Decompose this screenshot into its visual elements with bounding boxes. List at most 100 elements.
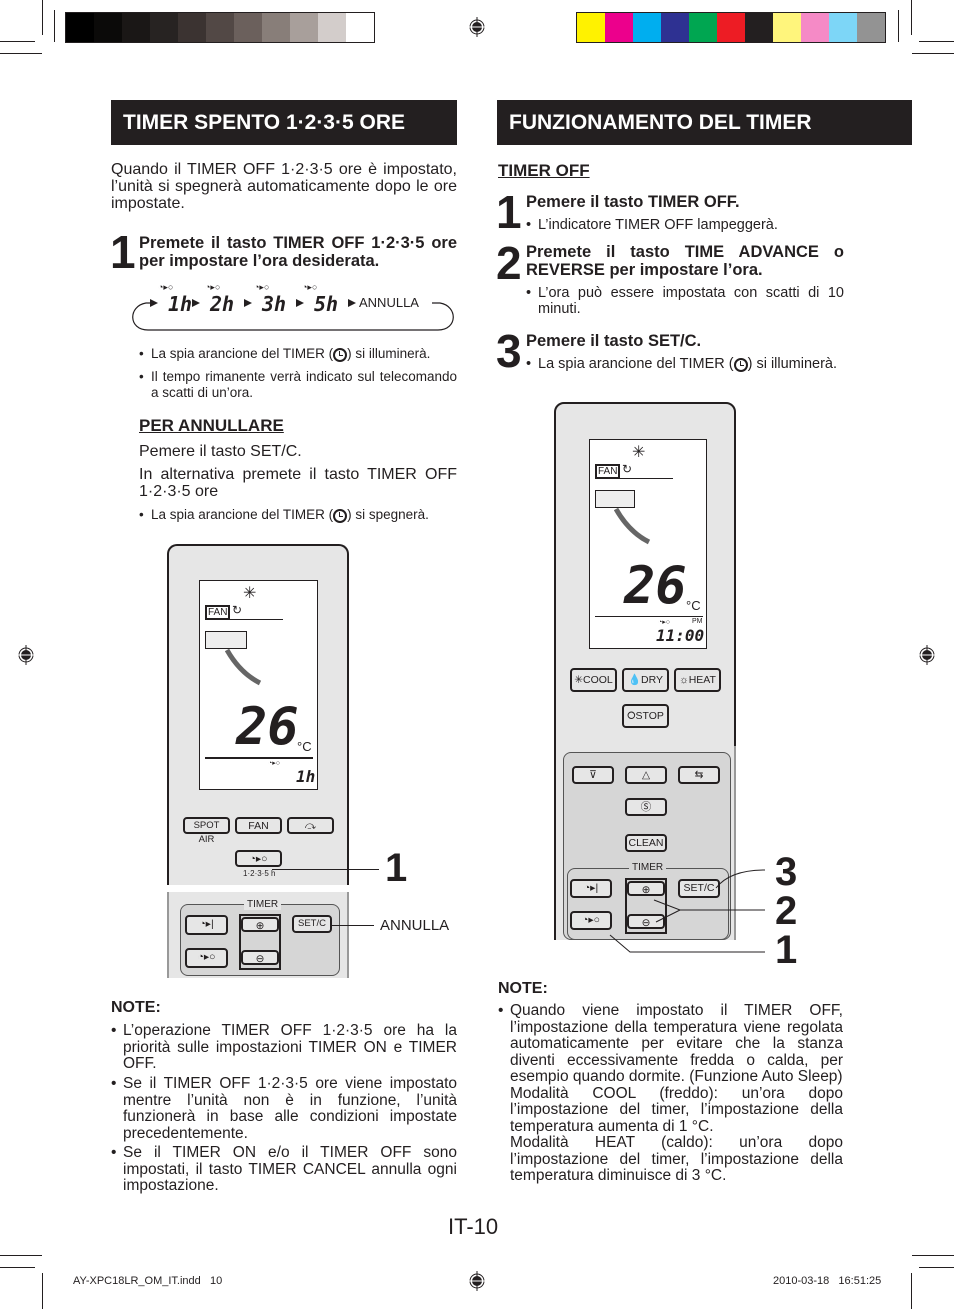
- air-unit-icon: [595, 490, 635, 508]
- timer-off-icon: ◔▸○: [254, 282, 270, 292]
- cycle-step-5h: 5h: [314, 292, 339, 316]
- heat-button[interactable]: ☼HEAT: [674, 668, 721, 692]
- color-swatch: [206, 13, 234, 42]
- note-heading: NOTE:: [498, 980, 548, 997]
- crop-mark: [898, 10, 899, 42]
- mode-button[interactable]: ⇆: [678, 766, 720, 784]
- timer-on-button[interactable]: ◔▸|: [185, 915, 228, 935]
- remote-control-illustration: ✳ FAN ↻ 26 °C ◔▸○ PM 11:00 ✳COOL 💧DRY ☼H…: [554, 402, 736, 748]
- color-swatch: [857, 13, 885, 42]
- timer-off-icon: ◔▸○: [268, 760, 280, 767]
- swing-vertical-button[interactable]: ⊽: [572, 766, 614, 784]
- note-item: Quando viene impostato il TIMER OFF, l’i…: [498, 1002, 843, 1185]
- cycle-step-1h: 1h: [168, 292, 193, 316]
- color-swatch: [745, 13, 773, 42]
- set-c-button[interactable]: SET/C: [292, 915, 332, 933]
- color-swatch: [290, 13, 318, 42]
- airflow-icon: [225, 648, 262, 686]
- note-heading: NOTE:: [111, 999, 161, 1016]
- bullet-text: ) si illuminerà.: [347, 346, 431, 361]
- bullet-remaining-time: Il tempo rimanente verrà indicato sul te…: [139, 369, 457, 401]
- step-number: 1: [496, 186, 522, 238]
- bullet-text: La spia arancione del TIMER (: [151, 346, 334, 361]
- temperature-unit: °C: [297, 739, 312, 754]
- snowflake-icon: ✳: [632, 444, 646, 461]
- crop-mark: [0, 41, 35, 42]
- fan-button[interactable]: FAN: [235, 817, 282, 834]
- timer-off-icon: ◔▸○: [658, 619, 670, 626]
- note-item: Se il TIMER OFF 1·2·3·5 ore viene impost…: [111, 1075, 457, 1142]
- swing-button[interactable]: ⤼: [287, 817, 334, 834]
- color-swatch: [717, 13, 745, 42]
- note-item: Se il TIMER ON e/o il TIMER OFF sono imp…: [111, 1144, 457, 1195]
- timer-button-sublabel: 1·2·3·5 h: [243, 869, 276, 878]
- step-number: 3: [496, 325, 522, 377]
- page-number: IT-10: [448, 1214, 499, 1239]
- footer-timestamp: 2010-03-18 16:51:25: [773, 1275, 882, 1287]
- color-swatch: [234, 13, 262, 42]
- lcd-divider: [205, 757, 313, 759]
- remote-button-section: SPOT AIR FAN ⤼ ◔▸○ 1·2·3·5 h: [167, 802, 349, 885]
- step-2-title: Premete il tasto TIME ADVANCE o REVERSE …: [526, 243, 844, 279]
- color-swatch: [633, 13, 661, 42]
- bullet-text: ) si illuminerà.: [747, 356, 838, 372]
- fan-swirl-icon: ↻: [232, 603, 243, 617]
- note-heat-mode: Modalità HEAT (caldo): un’ora dopo l’imp…: [510, 1134, 843, 1184]
- cancel-line-1: Pemere il tasto SET/C.: [139, 443, 302, 460]
- timer-panel-label: TIMER: [244, 899, 282, 910]
- remote-lcd-display: ✳ FAN ↻ 26 °C ◔▸○ PM 11:00: [589, 439, 707, 649]
- time-reverse-button[interactable]: ⊖: [241, 950, 279, 965]
- timer-readout: 1h: [296, 767, 316, 786]
- color-calibration-bar: [576, 12, 886, 43]
- pm-indicator: PM: [692, 618, 703, 625]
- timer-off-button[interactable]: ◔▸○: [185, 948, 228, 968]
- note-text: Quando viene impostato il TIMER OFF, l’i…: [510, 1002, 843, 1085]
- dry-button[interactable]: 💧DRY: [622, 668, 669, 692]
- timer-off-subheading: TIMER OFF: [498, 161, 590, 180]
- callout-annulla: ANNULLA: [380, 917, 450, 934]
- registration-mark-icon: [16, 645, 36, 665]
- remote-timer-section: TIMER ◔▸| ◔▸○ ⊕ ⊖ SET/C: [167, 892, 349, 978]
- bullet-text: ) si spegnerà.: [347, 507, 429, 522]
- cycle-step-2h: 2h: [210, 292, 235, 316]
- color-swatch: [346, 13, 374, 42]
- note-cool-mode: Modalità COOL (freddo): un’ora dopo l’im…: [510, 1084, 843, 1135]
- color-swatch: [262, 13, 290, 42]
- crop-mark: [919, 41, 954, 42]
- cancel-heading: PER ANNULLARE: [139, 416, 284, 435]
- eco-button[interactable]: Ⓢ: [625, 798, 667, 816]
- cool-label: COOL: [583, 674, 613, 686]
- clean-button[interactable]: CLEAN: [625, 834, 667, 852]
- step-1-bullet: L’indicatore TIMER OFF lampeggerà.: [526, 217, 844, 233]
- crop-mark: [912, 53, 954, 54]
- crop-mark: [911, 0, 912, 35]
- color-swatch: [829, 13, 857, 42]
- color-swatch: [94, 13, 122, 42]
- bullet-timer-light-off: La spia arancione del TIMER ( ) si spegne…: [139, 507, 469, 523]
- registration-mark-icon: [917, 645, 937, 665]
- swing-horizontal-button[interactable]: △: [625, 766, 667, 784]
- remote-lcd-display: ✳ FAN ↻ 26 °C ◔▸○ 1h: [199, 580, 318, 790]
- crop-mark: [54, 10, 55, 42]
- clock-icon: [333, 509, 348, 523]
- clock-icon: [733, 358, 748, 372]
- snowflake-icon: ✳: [243, 585, 257, 602]
- spot-air-button[interactable]: SPOT AIR: [183, 817, 230, 845]
- remote-control-illustration: ✳ FAN ↻ 26 °C ◔▸○ 1h: [167, 544, 349, 802]
- cool-button[interactable]: ✳COOL: [570, 668, 617, 692]
- color-swatch: [122, 13, 150, 42]
- lcd-divider: [205, 619, 283, 620]
- step-number: 2: [496, 237, 522, 289]
- cycle-step-3h: 3h: [262, 292, 287, 316]
- lcd-divider: [595, 478, 673, 479]
- color-swatch: [801, 13, 829, 42]
- bullet-text: La spia arancione del TIMER (: [151, 507, 334, 522]
- intro-paragraph: Quando il TIMER OFF 1·2·3·5 ore è impost…: [111, 161, 457, 212]
- time-advance-button[interactable]: ⊕: [241, 917, 279, 932]
- color-swatch: [577, 13, 605, 42]
- temperature-readout: 26: [236, 697, 299, 757]
- stop-button[interactable]: ⭘STOP: [622, 704, 669, 728]
- time-readout: 11:00: [656, 626, 705, 645]
- timer-off-1235-button[interactable]: ◔▸○: [235, 850, 282, 867]
- callout-line: [272, 869, 379, 870]
